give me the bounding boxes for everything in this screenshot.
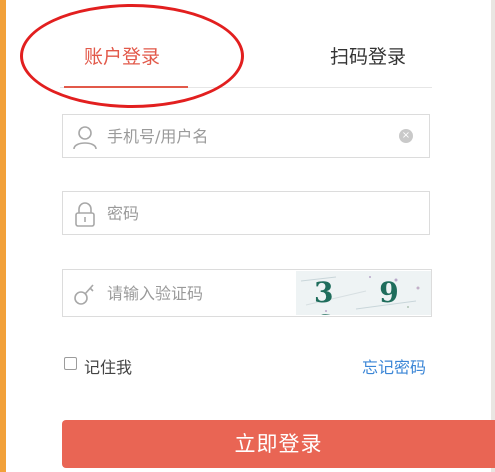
username-field: × <box>62 114 430 158</box>
captcha-field: 3 9 6 <box>62 269 432 317</box>
key-icon <box>74 284 94 305</box>
login-tabs: 账户登录 扫码登录 <box>60 30 432 88</box>
window-edge-right <box>491 0 495 472</box>
password-input[interactable] <box>107 192 367 234</box>
lock-icon <box>75 202 95 227</box>
password-field <box>62 191 430 235</box>
login-button[interactable]: 立即登录 <box>62 420 495 468</box>
captcha-code: 3 9 6 <box>314 276 417 315</box>
captcha-input[interactable] <box>107 270 287 316</box>
forgot-password-link[interactable]: 忘记密码 <box>362 354 426 378</box>
active-tab-underline <box>64 86 188 88</box>
user-icon <box>73 126 97 150</box>
tab-account-login[interactable]: 账户登录 <box>84 42 160 69</box>
clear-icon[interactable]: × <box>399 129 413 143</box>
remember-label: 记住我 <box>84 358 133 377</box>
window-edge-left <box>0 0 6 472</box>
captcha-image[interactable]: 3 9 6 <box>296 271 431 315</box>
username-input[interactable] <box>107 115 367 157</box>
tab-qr-login[interactable]: 扫码登录 <box>330 42 406 69</box>
remember-checkbox[interactable] <box>64 357 77 370</box>
